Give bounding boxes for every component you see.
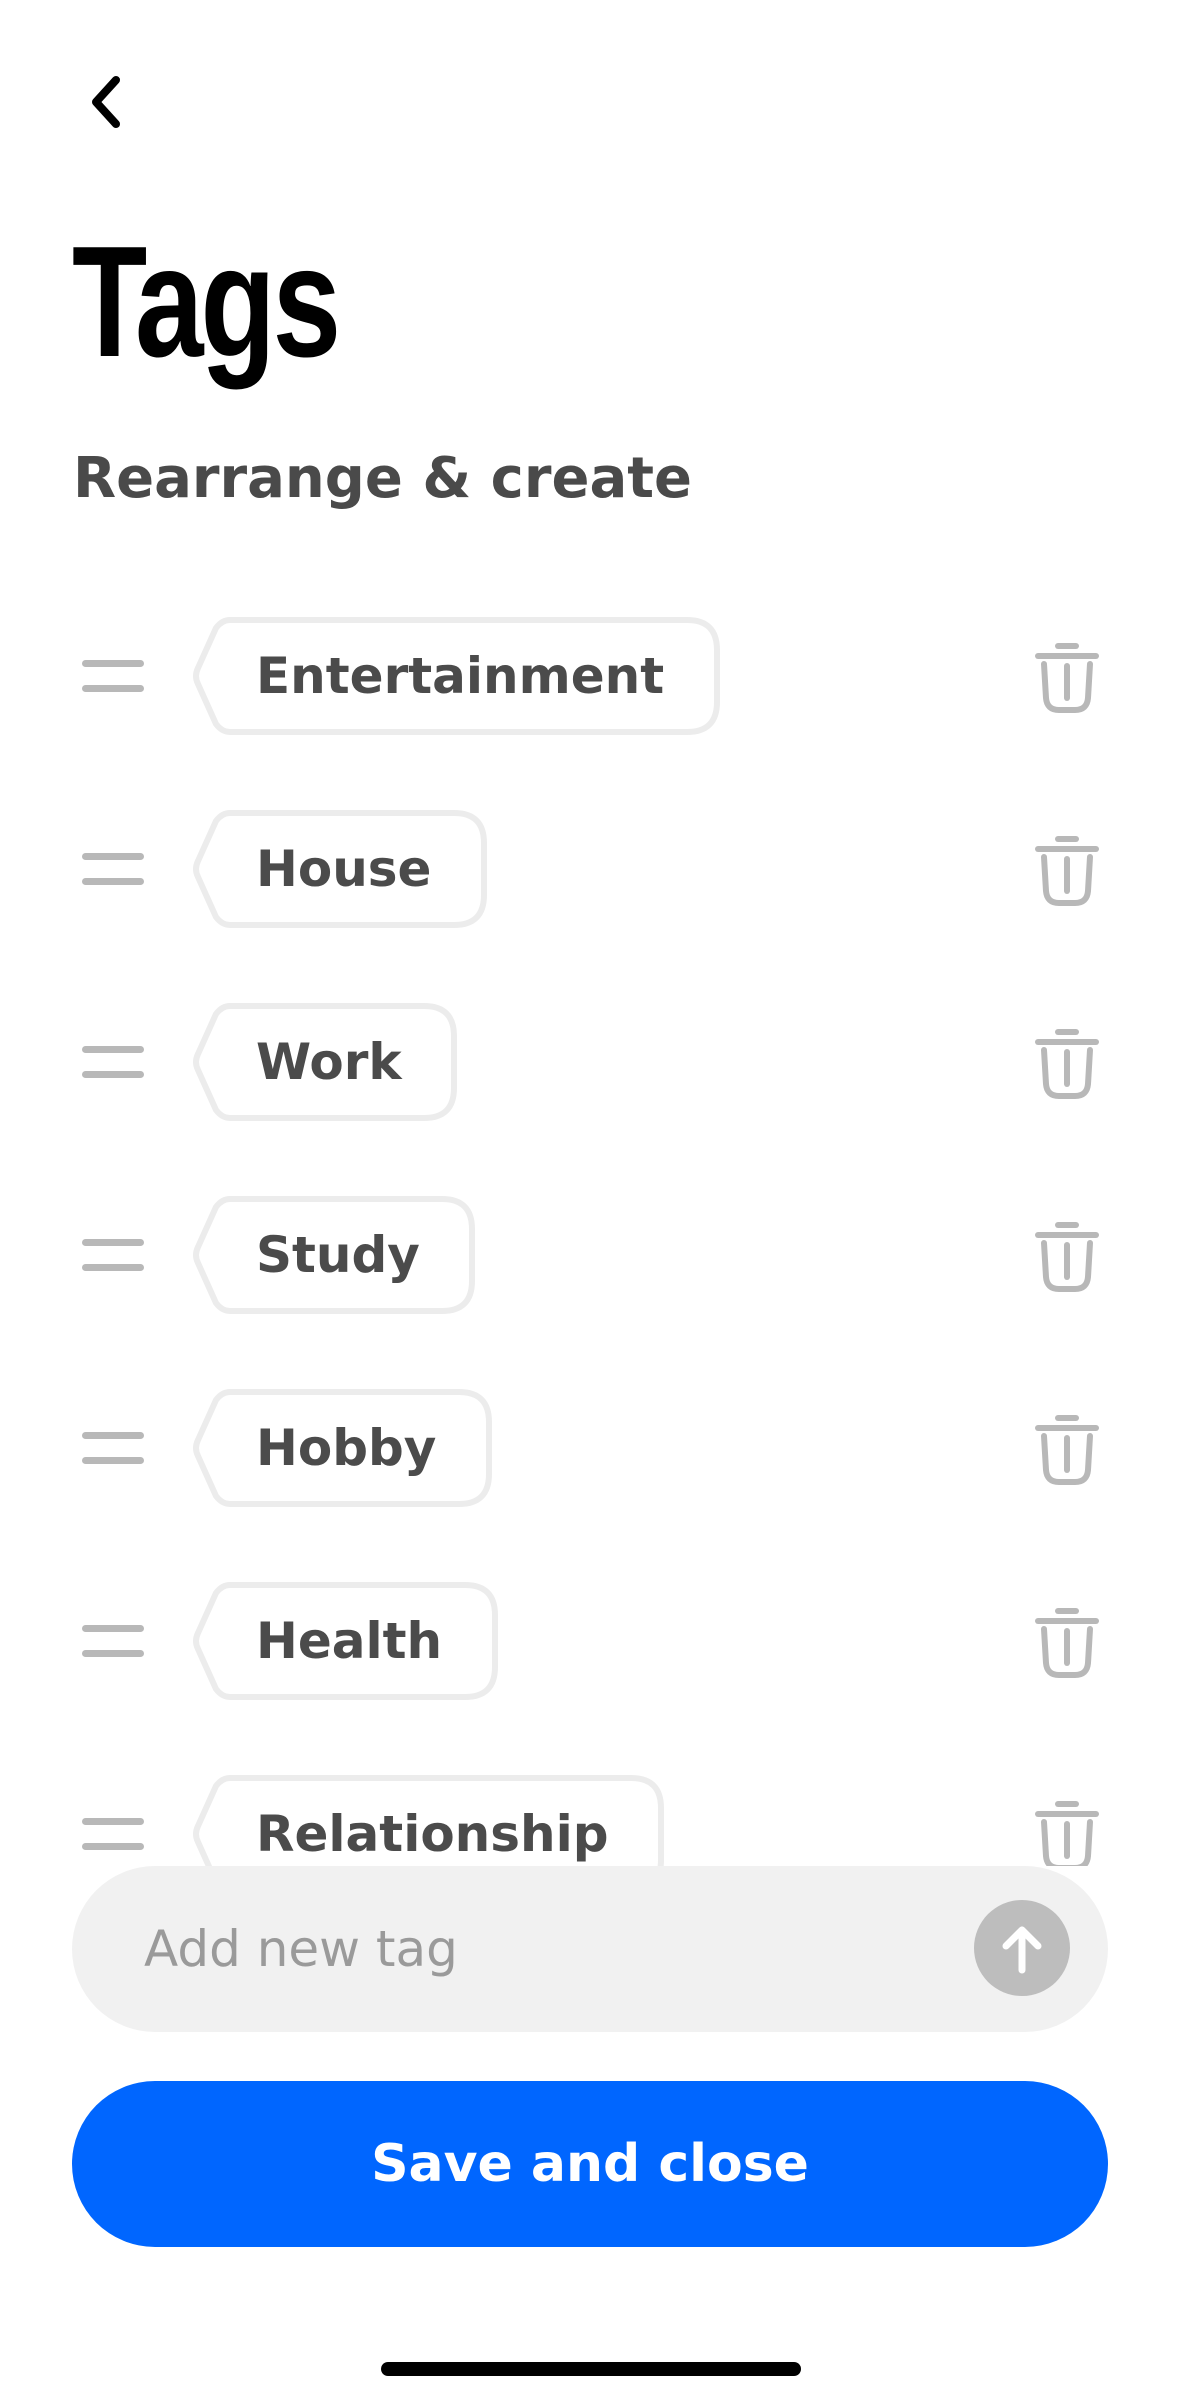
tag-row: Work [0,1002,1179,1122]
tag-chip[interactable]: Health [192,1581,499,1701]
tag-row: Entertainment [0,616,1179,736]
tag-label: Study [256,1226,420,1284]
chevron-left-icon [92,76,120,128]
tag-row: Hobby [0,1388,1179,1508]
tag-chip[interactable]: Entertainment [192,616,721,736]
tag-label: Entertainment [256,647,665,705]
tag-chip[interactable]: Work [192,1002,458,1122]
tag-row: Relationship [0,1774,1179,1866]
tag-list[interactable]: Entertainment House Work Study Hobby Health Re… [0,580,1179,1866]
add-tag-bar [72,1866,1108,2032]
tag-label: Health [256,1612,443,1670]
drag-handle-icon[interactable] [80,1426,146,1470]
page-subtitle: Rearrange & create [73,446,693,511]
add-tag-send-button[interactable] [974,1900,1070,1996]
delete-tag-trash-icon[interactable] [1030,1605,1104,1679]
tags-screen: Tags Rearrange & create Entertainment Hou… [0,0,1179,2396]
tag-chip[interactable]: Relationship [192,1774,665,1866]
add-tag-input[interactable] [144,1866,984,2032]
page-title: Tags [72,214,341,390]
drag-handle-icon[interactable] [80,1040,146,1084]
save-and-close-button[interactable]: Save and close [72,2081,1108,2247]
tag-row: Study [0,1195,1179,1315]
tag-label: Work [256,1033,402,1091]
drag-handle-icon[interactable] [80,654,146,698]
delete-tag-trash-icon[interactable] [1030,1798,1104,1866]
tag-chip[interactable]: Study [192,1195,476,1315]
drag-handle-icon[interactable] [80,1812,146,1856]
arrow-up-icon [1002,1926,1042,1974]
tag-label: House [256,840,432,898]
tag-chip[interactable]: Hobby [192,1388,493,1508]
back-button[interactable] [66,62,146,142]
delete-tag-trash-icon[interactable] [1030,1219,1104,1293]
tag-chip[interactable]: House [192,809,488,929]
delete-tag-trash-icon[interactable] [1030,1026,1104,1100]
tag-label: Hobby [256,1419,437,1477]
tag-row: House [0,809,1179,929]
delete-tag-trash-icon[interactable] [1030,833,1104,907]
tag-row: Health [0,1581,1179,1701]
delete-tag-trash-icon[interactable] [1030,640,1104,714]
drag-handle-icon[interactable] [80,1233,146,1277]
tag-label: Relationship [256,1805,609,1863]
home-indicator [381,2362,801,2376]
drag-handle-icon[interactable] [80,847,146,891]
delete-tag-trash-icon[interactable] [1030,1412,1104,1486]
drag-handle-icon[interactable] [80,1619,146,1663]
